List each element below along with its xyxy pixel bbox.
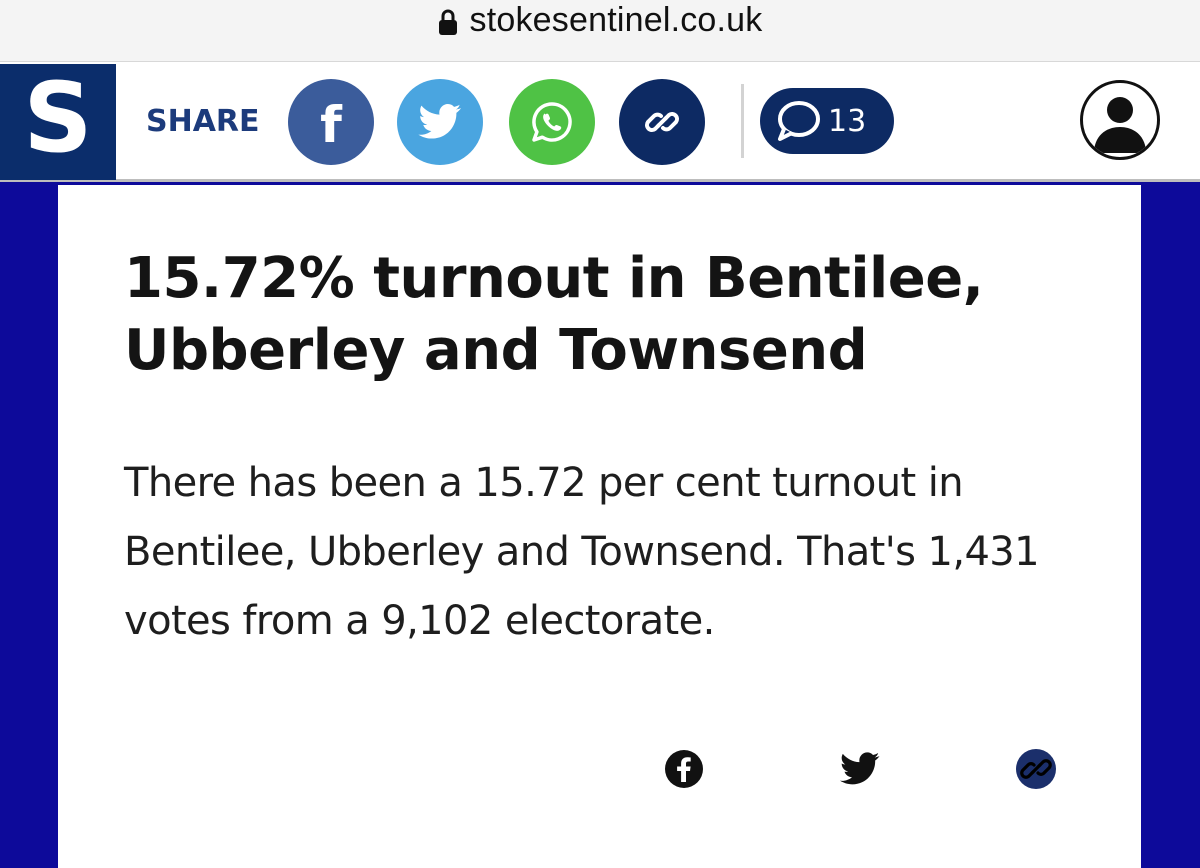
- twitter-icon: [840, 752, 880, 785]
- article-body: There has been a 15.72 per cent turnout …: [124, 460, 1040, 644]
- link-icon: [1016, 749, 1056, 789]
- site-logo[interactable]: S: [0, 64, 116, 180]
- whatsapp-icon: [532, 102, 572, 142]
- link-icon: [645, 112, 679, 132]
- share-label: SHARE: [146, 104, 260, 139]
- article-headline: 15.72% turnout in Bentilee, Ubberley and…: [124, 246, 984, 383]
- account-button[interactable]: [1080, 80, 1160, 160]
- twitter-icon: [418, 104, 461, 139]
- share-facebook-button[interactable]: f: [288, 79, 374, 165]
- site-header: S SHARE f 13: [0, 62, 1200, 182]
- logo-letter: S: [23, 62, 93, 174]
- url-text[interactable]: stokesentinel.co.uk: [470, 1, 763, 40]
- facebook-icon: [665, 750, 703, 788]
- lock-icon: [438, 9, 457, 35]
- facebook-icon: f: [320, 96, 342, 154]
- comment-count: 13: [828, 103, 867, 139]
- copy-link-button[interactable]: [619, 79, 705, 165]
- user-icon: [1094, 97, 1146, 153]
- share-whatsapp-button[interactable]: [509, 79, 595, 165]
- article-share-facebook[interactable]: [662, 747, 706, 791]
- comment-bubble-icon: [778, 101, 820, 141]
- article-share-twitter[interactable]: [838, 747, 882, 791]
- header-divider: [741, 84, 744, 158]
- comments-button[interactable]: 13: [760, 88, 894, 154]
- article-copy-link[interactable]: [1014, 747, 1058, 791]
- browser-url-bar[interactable]: stokesentinel.co.uk: [0, 0, 1200, 62]
- article-card: 15.72% turnout in Bentilee, Ubberley and…: [58, 185, 1141, 868]
- share-twitter-button[interactable]: [397, 79, 483, 165]
